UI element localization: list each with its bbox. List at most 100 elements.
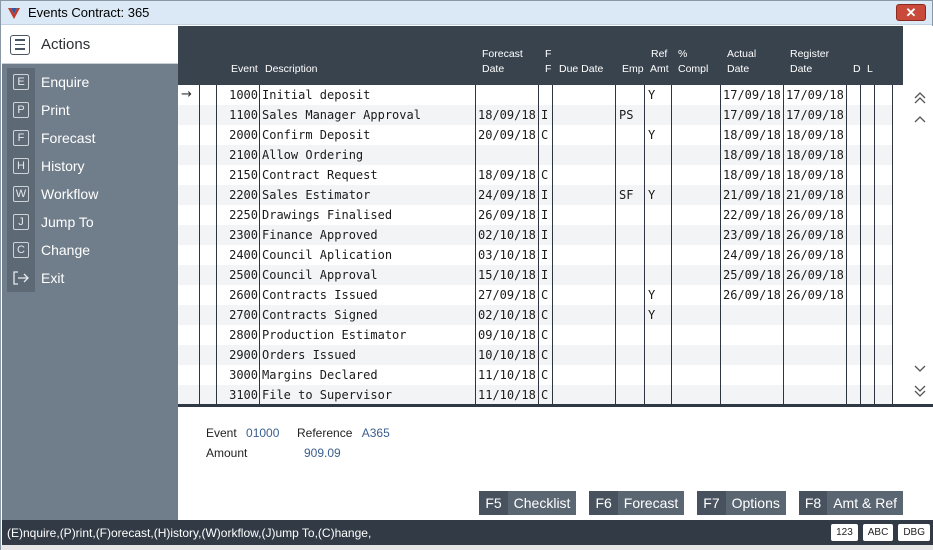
sidebar-item-print[interactable]: P Print bbox=[2, 96, 178, 124]
grid-header: Event Description Forecast Date F F Due … bbox=[178, 26, 903, 85]
cell-due-date bbox=[555, 285, 614, 305]
col-ff-header-2[interactable]: F bbox=[545, 62, 551, 76]
detail-amount-value: 909.09 bbox=[304, 446, 341, 460]
cell-actual-date: 18/09/18 bbox=[723, 148, 781, 162]
cell-due-date bbox=[555, 105, 614, 125]
scroll-bottom-icon[interactable] bbox=[911, 382, 929, 400]
function-key-bar: F5 Checklist F6 Forecast F7 Options F8 Amt &… bbox=[479, 491, 903, 515]
f8-amt-ref-button[interactable]: F8 Amt & Ref bbox=[798, 491, 903, 515]
col-l-header[interactable]: L bbox=[867, 62, 873, 76]
cell-ref-amt: Y bbox=[648, 288, 656, 302]
col-description-header[interactable]: Description bbox=[265, 62, 318, 76]
cell-ref-amt bbox=[648, 265, 670, 285]
cell-due-date bbox=[555, 145, 614, 165]
cell-actual-date: 24/09/18 bbox=[723, 248, 781, 262]
cell-description: Contracts Signed bbox=[262, 308, 378, 322]
col-forecast-header-2[interactable]: Date bbox=[482, 62, 504, 76]
cell-register-date: 18/09/18 bbox=[786, 128, 844, 142]
actions-header[interactable]: Actions bbox=[2, 26, 178, 64]
table-row[interactable]: 1000 Initial deposit Y 17/09/18 17/09/18 bbox=[178, 85, 893, 105]
sidebar-item-exit[interactable]: Exit bbox=[2, 264, 178, 292]
cell-event: 2900 bbox=[229, 348, 258, 362]
cell-ff: C bbox=[541, 128, 549, 142]
f6-forecast-button[interactable]: F6 Forecast bbox=[589, 491, 685, 515]
sidebar-item-forecast[interactable]: F Forecast bbox=[2, 124, 178, 152]
col-event-header[interactable]: Event bbox=[231, 62, 258, 76]
col-compl-header-2[interactable]: Compl bbox=[678, 62, 708, 76]
sidebar-item-workflow[interactable]: W Workflow bbox=[2, 180, 178, 208]
cell-register-date: 26/09/18 bbox=[786, 288, 844, 302]
sidebar-item-label: History bbox=[41, 158, 85, 174]
cell-ff: I bbox=[541, 228, 549, 242]
table-row[interactable]: 3000 Margins Declared 11/10/18 C bbox=[178, 365, 893, 385]
col-ref-header-2[interactable]: Amt bbox=[650, 62, 669, 76]
title-bar: Events Contract: 365 ✕ bbox=[1, 1, 932, 25]
cell-forecast-date: 27/09/18 bbox=[478, 288, 536, 302]
scroll-down-icon[interactable] bbox=[911, 360, 929, 378]
table-row[interactable]: 2400 Council Aplication 03/10/18 I 24/09/18 2… bbox=[178, 245, 893, 265]
sidebar-item-jump-to[interactable]: J Jump To bbox=[2, 208, 178, 236]
col-emp-header[interactable]: Emp bbox=[622, 62, 644, 76]
table-row[interactable]: 2150 Contract Request 18/09/18 C 18/09/18 18/… bbox=[178, 165, 893, 185]
detail-reference-value: A365 bbox=[361, 426, 390, 440]
table-row[interactable]: 3100 File to Supervisor 11/10/18 C bbox=[178, 385, 893, 405]
cell-ff: C bbox=[541, 168, 549, 182]
f5-checklist-button[interactable]: F5 Checklist bbox=[479, 491, 577, 515]
cell-ref-amt bbox=[648, 145, 670, 165]
cell-description: Contracts Issued bbox=[262, 288, 378, 302]
cell-emp bbox=[619, 125, 643, 145]
table-row[interactable]: 1100 Sales Manager Approval 18/09/18 I PS 17/… bbox=[178, 105, 893, 125]
cell-due-date bbox=[555, 345, 614, 365]
table-row[interactable]: 2900 Orders Issued 10/10/18 C bbox=[178, 345, 893, 365]
cell-forecast-date: 03/10/18 bbox=[478, 248, 536, 262]
sidebar-item-enquire[interactable]: E Enquire bbox=[2, 68, 178, 96]
cell-ff: C bbox=[541, 388, 549, 402]
cell-compl bbox=[675, 265, 719, 285]
cell-forecast-date: 11/10/18 bbox=[478, 388, 536, 402]
f7-options-button[interactable]: F7 Options bbox=[697, 491, 786, 515]
sidebar-item-history[interactable]: H History bbox=[2, 152, 178, 180]
table-row[interactable]: 2800 Production Estimator 09/10/18 C bbox=[178, 325, 893, 345]
table-row[interactable]: 2700 Contracts Signed 02/10/18 C Y bbox=[178, 305, 893, 325]
cell-actual-date bbox=[723, 325, 783, 345]
col-register-header-1[interactable]: Register bbox=[790, 47, 829, 61]
cell-event: 2400 bbox=[229, 248, 258, 262]
cell-emp bbox=[619, 225, 643, 245]
status-hint-text: (E)nquire,(P)rint,(F)orecast,(H)istory,(… bbox=[7, 525, 372, 540]
events-grid: 1000 Initial deposit Y 17/09/18 17/09/18 1100… bbox=[178, 85, 903, 405]
col-actual-header-2[interactable]: Date bbox=[727, 62, 749, 76]
close-button[interactable]: ✕ bbox=[896, 4, 926, 21]
cell-ref-amt bbox=[648, 165, 670, 185]
col-forecast-header-1[interactable]: Forecast bbox=[482, 47, 523, 61]
cell-event: 1100 bbox=[229, 108, 258, 122]
col-actual-header-1[interactable]: Actual bbox=[727, 47, 756, 61]
vertical-scrollbar[interactable] bbox=[907, 85, 933, 405]
table-row[interactable]: 2200 Sales Estimator 24/09/18 I SF Y 21/09/18 2… bbox=[178, 185, 893, 205]
sidebar-item-label: Jump To bbox=[41, 214, 94, 230]
scroll-top-icon[interactable] bbox=[911, 89, 929, 107]
table-row[interactable]: 2000 Confirm Deposit 20/09/18 C Y 18/09/18 18/… bbox=[178, 125, 893, 145]
cell-emp: PS bbox=[619, 108, 634, 122]
cell-event: 2200 bbox=[229, 188, 258, 202]
cell-compl bbox=[675, 285, 719, 305]
cell-compl bbox=[675, 385, 719, 405]
table-row[interactable]: 2100 Allow Ordering 18/09/18 18/09/18 bbox=[178, 145, 893, 165]
key-f-icon: F bbox=[7, 124, 35, 152]
col-register-header-2[interactable]: Date bbox=[790, 62, 812, 76]
sidebar-item-change[interactable]: C Change bbox=[2, 236, 178, 264]
col-due-date-header[interactable]: Due Date bbox=[559, 62, 603, 76]
scroll-up-icon[interactable] bbox=[911, 110, 929, 128]
table-row[interactable]: 2600 Contracts Issued 27/09/18 C Y 26/09/18 26… bbox=[178, 285, 893, 305]
col-compl-header-1[interactable]: % bbox=[678, 47, 687, 61]
cell-ref-amt bbox=[648, 385, 670, 405]
col-ref-header-1[interactable]: Ref bbox=[651, 47, 667, 61]
cell-emp bbox=[619, 165, 643, 185]
cell-description: File to Supervisor bbox=[262, 388, 393, 402]
table-row[interactable]: 2250 Drawings Finalised 26/09/18 I 22/09/18 2… bbox=[178, 205, 893, 225]
table-row[interactable]: 2300 Finance Approved 02/10/18 I 23/09/18 26/… bbox=[178, 225, 893, 245]
cell-ref-amt bbox=[648, 225, 670, 245]
col-d-header[interactable]: D bbox=[853, 62, 861, 76]
cell-forecast-date: 18/09/18 bbox=[478, 108, 536, 122]
col-ff-header-1[interactable]: F bbox=[545, 47, 551, 61]
table-row[interactable]: 2500 Council Approval 15/10/18 I 25/09/18 26/… bbox=[178, 265, 893, 285]
